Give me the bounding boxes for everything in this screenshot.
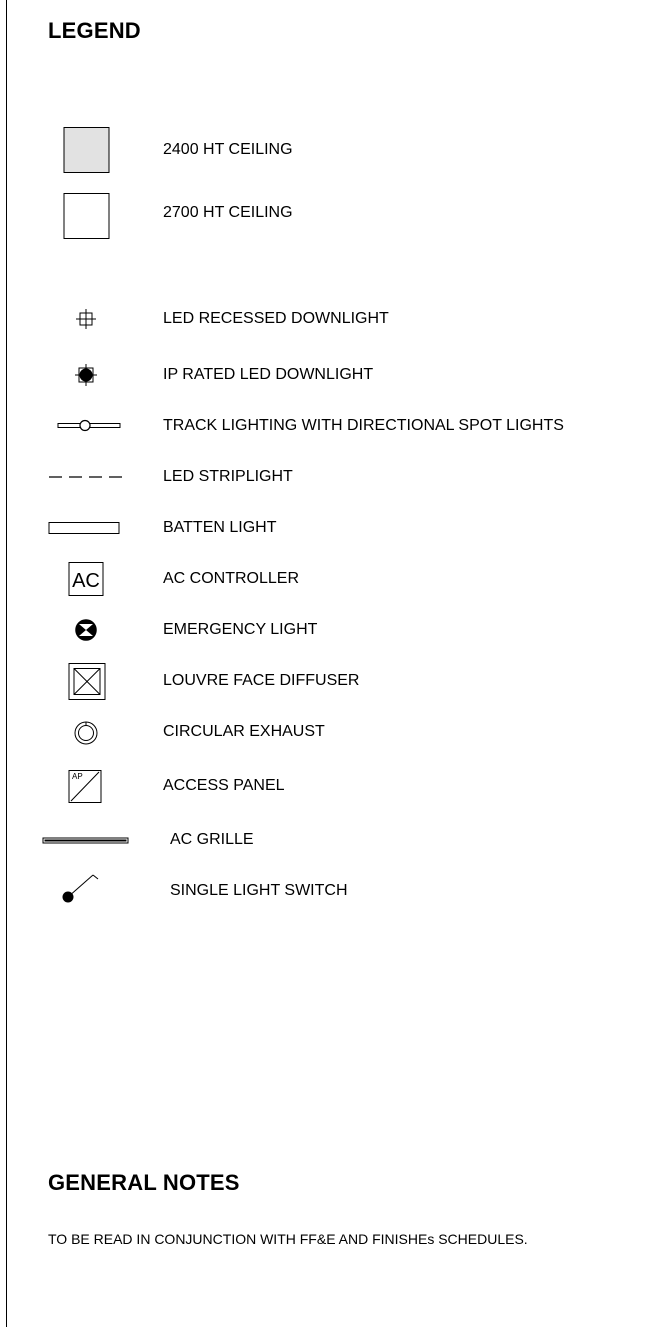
- legend-item-track-lighting: TRACK LIGHTING WITH DIRECTIONAL SPOT LIG…: [0, 406, 669, 446]
- legend-item-ac-controller: AC AC CONTROLLER: [0, 559, 669, 599]
- legend-item-ac-grille: AC GRILLE: [0, 820, 669, 860]
- legend-item-label: LED STRIPLIGHT: [163, 468, 293, 485]
- general-notes-title: GENERAL NOTES: [48, 1170, 240, 1195]
- emergency-light-icon: [40, 610, 130, 650]
- louvre-face-diffuser-icon: [40, 661, 130, 701]
- legend-item-label: TRACK LIGHTING WITH DIRECTIONAL SPOT LIG…: [163, 417, 564, 434]
- legend-item-2400-ceiling: 2400 HT CEILING: [0, 127, 669, 173]
- led-recessed-downlight-icon: [40, 299, 130, 339]
- track-lighting-icon: [40, 406, 130, 446]
- legend-item-batten-light: BATTEN LIGHT: [0, 508, 669, 548]
- legend-item-label: CIRCULAR EXHAUST: [163, 723, 325, 740]
- ceiling-2700-swatch-icon: [40, 193, 130, 239]
- legend-item-label: EMERGENCY LIGHT: [163, 621, 318, 638]
- ac-controller-symbol-text: AC: [72, 570, 100, 592]
- legend-item-label: LED RECESSED DOWNLIGHT: [163, 310, 389, 327]
- ip-rated-downlight-icon: [40, 355, 130, 395]
- legend-item-label: 2700 HT CEILING: [163, 204, 293, 221]
- single-light-switch-icon: [40, 871, 130, 911]
- legend-item-led-striplight: LED STRIPLIGHT: [0, 457, 669, 497]
- legend-item-label: BATTEN LIGHT: [163, 519, 277, 536]
- legend-item-led-recessed-downlight: LED RECESSED DOWNLIGHT: [0, 299, 669, 339]
- ac-controller-icon: AC: [40, 559, 130, 599]
- legend-item-ip-rated-downlight: IP RATED LED DOWNLIGHT: [0, 355, 669, 395]
- led-striplight-icon: [40, 457, 130, 497]
- access-panel-icon: AP: [40, 766, 130, 806]
- legend-item-label: SINGLE LIGHT SWITCH: [170, 882, 348, 899]
- batten-light-icon: [40, 508, 130, 548]
- legend-title: LEGEND: [48, 18, 141, 43]
- legend-item-label: LOUVRE FACE DIFFUSER: [163, 672, 360, 689]
- legend-item-label: AC GRILLE: [170, 831, 254, 848]
- legend-item-emergency-light: EMERGENCY LIGHT: [0, 610, 669, 650]
- legend-item-label: AC CONTROLLER: [163, 570, 300, 587]
- general-notes-text: TO BE READ IN CONJUNCTION WITH FF&E AND …: [48, 1231, 528, 1247]
- legend-item-access-panel: AP ACCESS PANEL: [0, 766, 669, 806]
- legend-item-label: ACCESS PANEL: [163, 777, 285, 794]
- legend-item-single-light-switch: SINGLE LIGHT SWITCH: [0, 871, 669, 911]
- access-panel-symbol-text: AP: [72, 772, 83, 781]
- legend-item-circular-exhaust: CIRCULAR EXHAUST: [0, 712, 669, 752]
- legend-item-label: 2400 HT CEILING: [163, 141, 293, 158]
- ceiling-2400-swatch-icon: [40, 127, 130, 173]
- legend-item-2700-ceiling: 2700 HT CEILING: [0, 193, 669, 239]
- ac-grille-icon: [40, 820, 130, 860]
- legend-item-label: IP RATED LED DOWNLIGHT: [163, 366, 374, 383]
- circular-exhaust-icon: [40, 712, 130, 752]
- legend-item-louvre-face-diffuser: LOUVRE FACE DIFFUSER: [0, 661, 669, 701]
